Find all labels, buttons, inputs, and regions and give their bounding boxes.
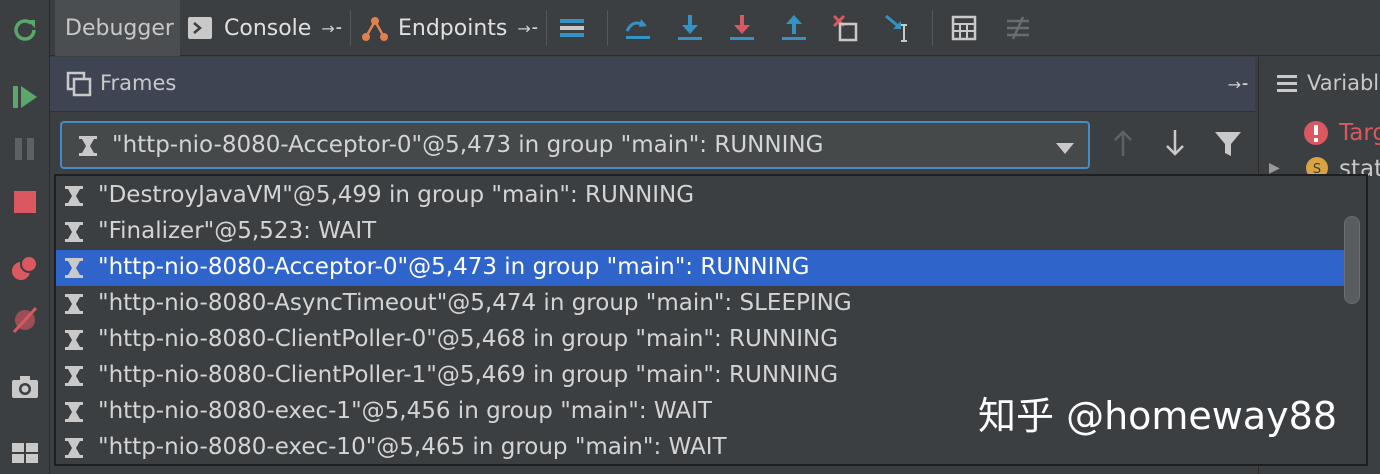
target-label: Targ (1339, 120, 1380, 146)
watermark-text: 知乎 @homeway88 (978, 394, 1338, 438)
evaluate-expression-icon[interactable] (946, 10, 982, 46)
debug-top-toolbar: Debugger Console →⁃ Endpoints →⁃ (50, 0, 1380, 56)
pin-tab-icon[interactable]: →⁃ (517, 19, 538, 38)
thread-list-item[interactable]: "DestroyJavaVM"@5,499 in group "main": R… (56, 178, 1346, 214)
thread-list-item[interactable]: "Finalizer"@5,523: WAIT (56, 214, 1346, 250)
view-breakpoints-icon[interactable] (10, 253, 40, 283)
stop-icon[interactable] (10, 187, 40, 217)
thread-icon (64, 437, 84, 463)
thread-icon (64, 329, 84, 355)
debug-side-toolbar (0, 0, 50, 474)
thread-list-item-label: "http-nio-8080-ClientPoller-0"@5,468 in … (98, 326, 839, 352)
tab-endpoints-label: Endpoints (398, 15, 508, 41)
thread-selector[interactable]: "http-nio-8080-Acceptor-0"@5,473 in grou… (60, 121, 1090, 169)
step-into-icon[interactable] (672, 10, 708, 46)
frames-icon (66, 71, 92, 101)
step-out-icon[interactable] (776, 10, 812, 46)
scrollbar-thumb[interactable] (1344, 216, 1360, 304)
pin-panel-icon[interactable]: →⁃ (1228, 75, 1249, 94)
variables-panel-header: Variabl (1258, 57, 1380, 112)
step-over-icon[interactable] (620, 10, 656, 46)
tab-endpoints[interactable]: Endpoints →⁃ (360, 0, 539, 56)
variables-icon (1277, 73, 1297, 99)
frames-panel-header: Frames →⁃ (50, 57, 1255, 112)
console-icon (188, 17, 212, 39)
endpoints-icon (360, 13, 390, 43)
tab-console-label: Console (224, 15, 312, 41)
resume-program-icon[interactable] (10, 82, 40, 112)
thread-icon (64, 185, 84, 211)
separator (350, 10, 351, 46)
thread-list-item-label: "http-nio-8080-exec-10"@5,465 in group "… (98, 434, 727, 460)
thread-list-item[interactable]: "http-nio-8080-ClientPoller-0"@5,468 in … (56, 322, 1346, 358)
rerun-icon[interactable] (10, 15, 40, 45)
pause-program-icon[interactable] (10, 134, 40, 164)
drop-frame-icon[interactable] (828, 10, 864, 46)
separator (607, 10, 608, 46)
thread-icon (64, 365, 84, 391)
thread-list-item-label: "http-nio-8080-Acceptor-0"@5,473 in grou… (98, 254, 810, 280)
thread-list-item-label: "http-nio-8080-ClientPoller-1"@5,469 in … (98, 362, 839, 388)
filter-icon[interactable] (1214, 130, 1242, 162)
tab-debugger[interactable]: Debugger (55, 0, 180, 56)
variables-title: Variabl (1307, 71, 1380, 95)
frames-title: Frames (100, 71, 177, 95)
run-to-cursor-icon[interactable] (880, 10, 916, 46)
thread-list-item-label: "http-nio-8080-exec-1"@5,456 in group "m… (98, 398, 712, 424)
separator (932, 10, 933, 46)
show-execution-point-icon[interactable] (554, 10, 590, 46)
force-step-into-icon[interactable] (724, 10, 760, 46)
trace-current-stream-icon[interactable] (1000, 10, 1036, 46)
thread-icon (64, 401, 84, 427)
tab-debugger-label: Debugger (65, 15, 174, 41)
thread-list-item-label: "Finalizer"@5,523: WAIT (98, 218, 377, 244)
previous-frame-icon[interactable] (1110, 128, 1136, 162)
thread-list-item-label: "DestroyJavaVM"@5,499 in group "main": R… (98, 182, 695, 208)
thread-icon (64, 257, 84, 283)
thread-icon (64, 221, 84, 247)
mute-breakpoints-icon[interactable] (10, 305, 40, 335)
thread-icon (64, 293, 84, 319)
layout-icon[interactable] (10, 437, 40, 467)
chevron-down-icon[interactable] (1056, 140, 1074, 159)
thread-list-item[interactable]: "http-nio-8080-Acceptor-0"@5,473 in grou… (56, 250, 1346, 286)
tab-console[interactable]: Console →⁃ (188, 0, 343, 56)
thread-list-item-label: "http-nio-8080-AsyncTimeout"@5,474 in gr… (98, 290, 852, 316)
camera-icon[interactable] (10, 372, 40, 402)
thread-list-item[interactable]: "http-nio-8080-AsyncTimeout"@5,474 in gr… (56, 286, 1346, 322)
next-frame-icon[interactable] (1162, 128, 1188, 162)
thread-selector-value: "http-nio-8080-Acceptor-0"@5,473 in grou… (112, 132, 824, 158)
thread-icon (78, 135, 98, 161)
separator (546, 10, 547, 46)
error-icon (1303, 120, 1329, 150)
pin-tab-icon[interactable]: →⁃ (321, 19, 342, 38)
